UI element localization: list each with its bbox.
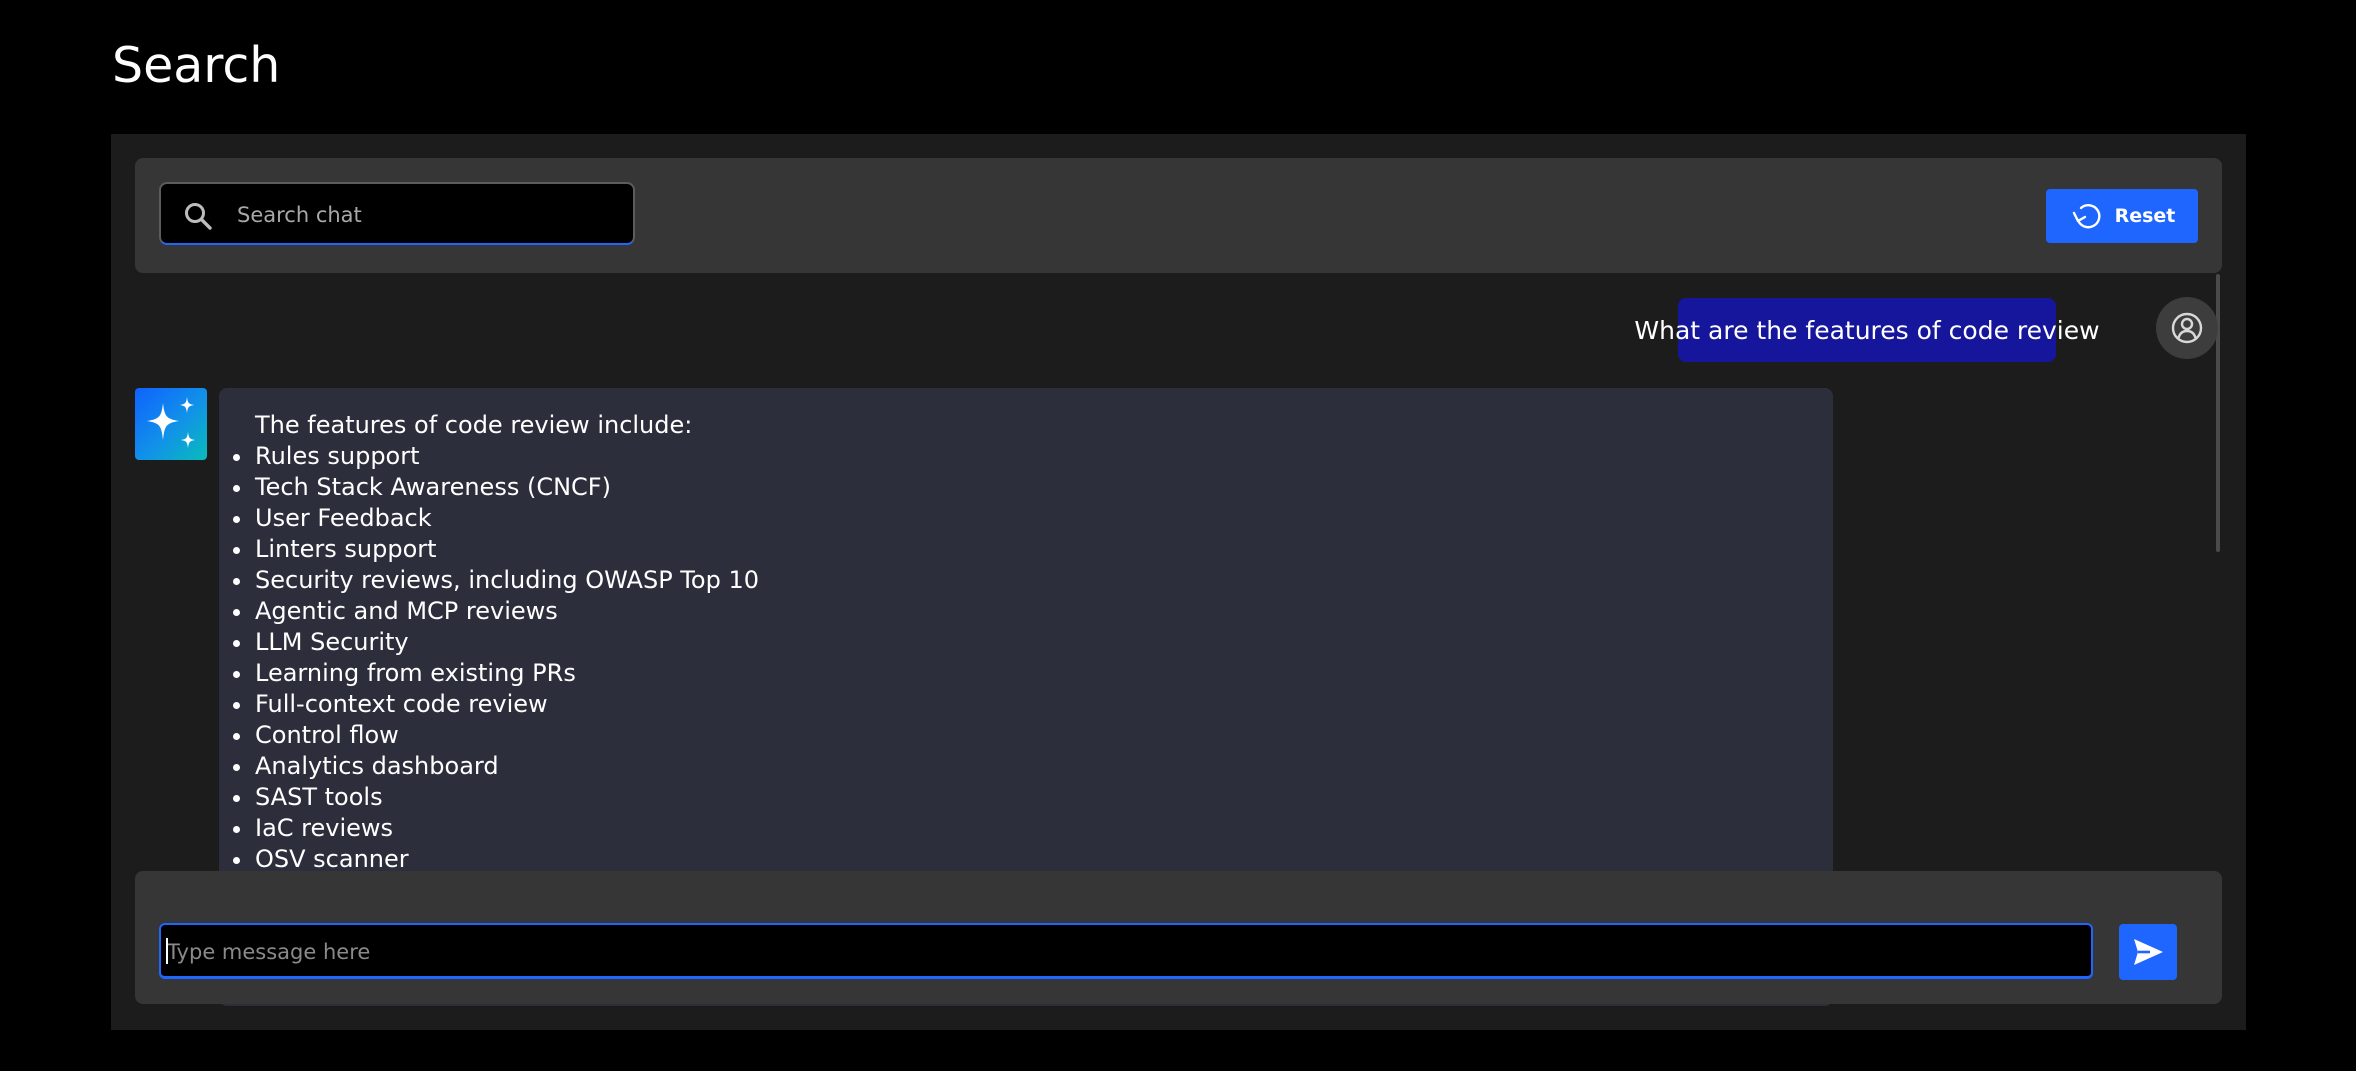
list-item: Learning from existing PRs — [233, 658, 759, 689]
user-avatar — [2156, 297, 2218, 359]
chat-panel: Reset What are the features of code revi… — [111, 134, 2246, 1030]
message-box[interactable] — [159, 923, 2093, 979]
user-message-bubble: What are the features of code review — [1634, 298, 2100, 362]
chat-scrollbar[interactable] — [2216, 274, 2220, 552]
list-item: LLM Security — [233, 627, 759, 658]
list-item: Rules support — [233, 441, 759, 472]
reset-button[interactable]: Reset — [2046, 189, 2198, 243]
search-box[interactable] — [159, 182, 635, 245]
text-caret — [166, 938, 168, 964]
list-item: Analytics dashboard — [233, 751, 759, 782]
search-input[interactable] — [235, 184, 629, 245]
list-item: Security reviews, including OWASP Top 10 — [233, 566, 759, 594]
sparkle-icon — [147, 397, 195, 448]
reset-icon — [2072, 204, 2101, 229]
features-list: Rules support Tech Stack Awareness (CNCF… — [233, 441, 759, 875]
ai-message-intro: The features of code review include: — [255, 411, 693, 439]
page-title: Search — [112, 37, 281, 94]
ai-avatar — [135, 388, 207, 460]
reset-label: Reset — [2114, 205, 2176, 227]
list-item: Linters support — [233, 534, 759, 565]
message-composer — [135, 871, 2222, 1004]
list-item: Full-context code review — [233, 689, 759, 720]
list-item: SAST tools — [233, 782, 759, 813]
send-button[interactable] — [2119, 924, 2177, 980]
user-avatar-icon — [2171, 312, 2203, 344]
chat-toolbar: Reset — [135, 158, 2222, 273]
message-input[interactable] — [165, 925, 2069, 978]
list-item: Tech Stack Awareness (CNCF) — [233, 472, 759, 503]
search-icon — [183, 201, 213, 231]
list-item: Control flow — [233, 720, 759, 751]
send-icon — [2134, 939, 2163, 965]
list-item: IaC reviews — [233, 813, 759, 844]
list-item: Agentic and MCP reviews — [233, 596, 759, 627]
list-item: User Feedback — [233, 503, 759, 534]
